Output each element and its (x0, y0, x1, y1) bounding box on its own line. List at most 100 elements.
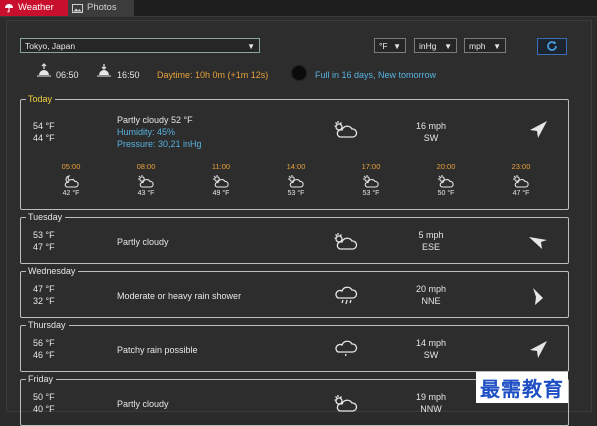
wind-speed: 14 mph (415, 338, 447, 348)
partly-cloudy-icon (126, 174, 166, 188)
low-temp: 44 °F (33, 133, 55, 143)
weather-panel: Tokyo, Japan ▼ °F ▼ inHg ▼ mph ▼ 06:50 1… (6, 20, 592, 426)
wind-speed: 16 mph (415, 121, 447, 131)
hour-time: 05:00 (61, 162, 81, 171)
wind-speed: 5 mph (418, 230, 444, 240)
refresh-button[interactable] (537, 38, 567, 55)
tab-photos-label: Photos (87, 2, 117, 13)
day-label: Tuesday (26, 212, 66, 222)
pressure-unit-value: inHg (419, 41, 437, 51)
temps: 47 °F 32 °F (33, 283, 55, 307)
partly-cloudy-icon (501, 174, 541, 188)
temperature-unit-select[interactable]: °F ▼ (374, 38, 406, 53)
moon-phase-icon (291, 65, 307, 81)
hourly-item: 17:00 53 °F (351, 162, 391, 197)
wind: 5 mph ESE (391, 229, 471, 253)
day-forecast: Thursday 56 °F 46 °F Patchy rain possibl… (20, 320, 569, 372)
condition-text: Partly cloudy (117, 237, 169, 247)
wind-speed: 20 mph (415, 284, 447, 294)
speed-unit-value: mph (469, 41, 486, 51)
wind-direction: NNW (420, 404, 442, 414)
high-temp: 54 °F (33, 121, 55, 131)
high-temp: 50 °F (33, 392, 55, 402)
wind-direction: SW (423, 350, 439, 360)
temps: 53 °F 47 °F (33, 229, 55, 253)
moon-phase-text: Full in 16 days, New tomorrow (315, 70, 437, 80)
location-select[interactable]: Tokyo, Japan ▼ (20, 38, 260, 53)
low-temp: 46 °F (33, 350, 55, 360)
chevron-down-icon: ▼ (247, 42, 255, 51)
photo-icon (72, 3, 83, 13)
hour-temp: 49 °F (212, 190, 230, 197)
condition-text: Partly cloudy 52 °F (117, 115, 193, 125)
condition-text: Moderate or heavy rain shower (117, 291, 242, 301)
hourly-item: 11:00 49 °F (201, 162, 241, 197)
wind-direction: NNE (421, 296, 441, 306)
partly-cloudy-icon (333, 392, 359, 416)
partly-cloudy-icon (351, 174, 391, 188)
hourly-item: 14:00 53 °F (276, 162, 316, 197)
wind-speed: 19 mph (415, 392, 447, 402)
humidity-text: Humidity: 45% (117, 127, 176, 137)
rain-cloud-icon (333, 284, 359, 308)
hour-time: 14:00 (286, 162, 306, 171)
pressure-unit-select[interactable]: inHg ▼ (414, 38, 457, 53)
wind: 20 mph NNE (391, 283, 471, 307)
hourly-item: 08:00 43 °F (126, 162, 166, 197)
partly-cloudy-icon (426, 174, 466, 188)
tab-weather[interactable]: Weather (0, 0, 68, 16)
hour-time: 20:00 (436, 162, 456, 171)
wind: 19 mph NNW (391, 391, 471, 415)
hour-time: 11:00 (211, 162, 231, 171)
low-temp: 40 °F (33, 404, 55, 414)
sunrise-icon (36, 63, 52, 81)
partly-cloudy-icon (333, 230, 359, 254)
hourly-item: 05:00 42 °F (51, 162, 91, 197)
wind-direction-arrow-icon (527, 339, 549, 363)
day-label: Friday (26, 374, 57, 384)
hour-temp: 53 °F (287, 190, 305, 197)
temps: 54 °F 44 °F (33, 120, 55, 144)
sunrise-time: 06:50 (56, 70, 79, 80)
chevron-down-icon: ▼ (444, 42, 452, 51)
low-temp: 32 °F (33, 296, 55, 306)
condition-text: Patchy rain possible (117, 345, 198, 355)
chevron-down-icon: ▼ (493, 42, 501, 51)
hour-temp: 53 °F (362, 190, 380, 197)
high-temp: 53 °F (33, 230, 55, 240)
wind-direction: SW (423, 133, 439, 143)
daytime-length: Daytime: 10h 0m (+1m 12s) (157, 70, 269, 80)
umbrella-icon (4, 3, 14, 13)
temps: 56 °F 46 °F (33, 337, 55, 361)
high-temp: 47 °F (33, 284, 55, 294)
hour-time: 08:00 (136, 162, 156, 171)
partly-cloudy-icon (333, 118, 359, 142)
day-label: Today (26, 94, 56, 104)
hour-temp: 50 °F (437, 190, 455, 197)
tab-weather-label: Weather (18, 2, 54, 13)
wind-direction: ESE (421, 242, 440, 252)
today-forecast: Today 54 °F 44 °F Partly cloudy 52 °F Hu… (20, 94, 569, 210)
hour-temp: 43 °F (137, 190, 155, 197)
high-temp: 56 °F (33, 338, 55, 348)
day-forecast: Tuesday 53 °F 47 °F Partly cloudy 5 mph … (20, 212, 569, 264)
condition-text: Partly cloudy (117, 399, 169, 409)
low-temp: 47 °F (33, 242, 55, 252)
sunset-time: 16:50 (117, 70, 140, 80)
tab-photos[interactable]: Photos (68, 0, 134, 16)
partly-cloudy-icon (201, 174, 241, 188)
partly-cloudy-icon (276, 174, 316, 188)
conditions: Partly cloudy 52 °F Humidity: 45% Pressu… (117, 114, 202, 150)
hour-temp: 42 °F (62, 190, 80, 197)
pressure-text: Pressure: 30,21 inHg (117, 139, 202, 149)
hourly-item: 20:00 50 °F (426, 162, 466, 197)
moon-cloud-icon (51, 174, 91, 188)
wind-direction-arrow-icon (527, 231, 549, 255)
hour-time: 17:00 (361, 162, 381, 171)
speed-unit-select[interactable]: mph ▼ (464, 38, 506, 53)
wind-direction-arrow-icon (527, 285, 549, 309)
wind: 16 mph SW (391, 120, 471, 144)
chevron-down-icon: ▼ (393, 42, 401, 51)
sunset-icon (96, 63, 112, 81)
hour-temp: 47 °F (512, 190, 530, 197)
